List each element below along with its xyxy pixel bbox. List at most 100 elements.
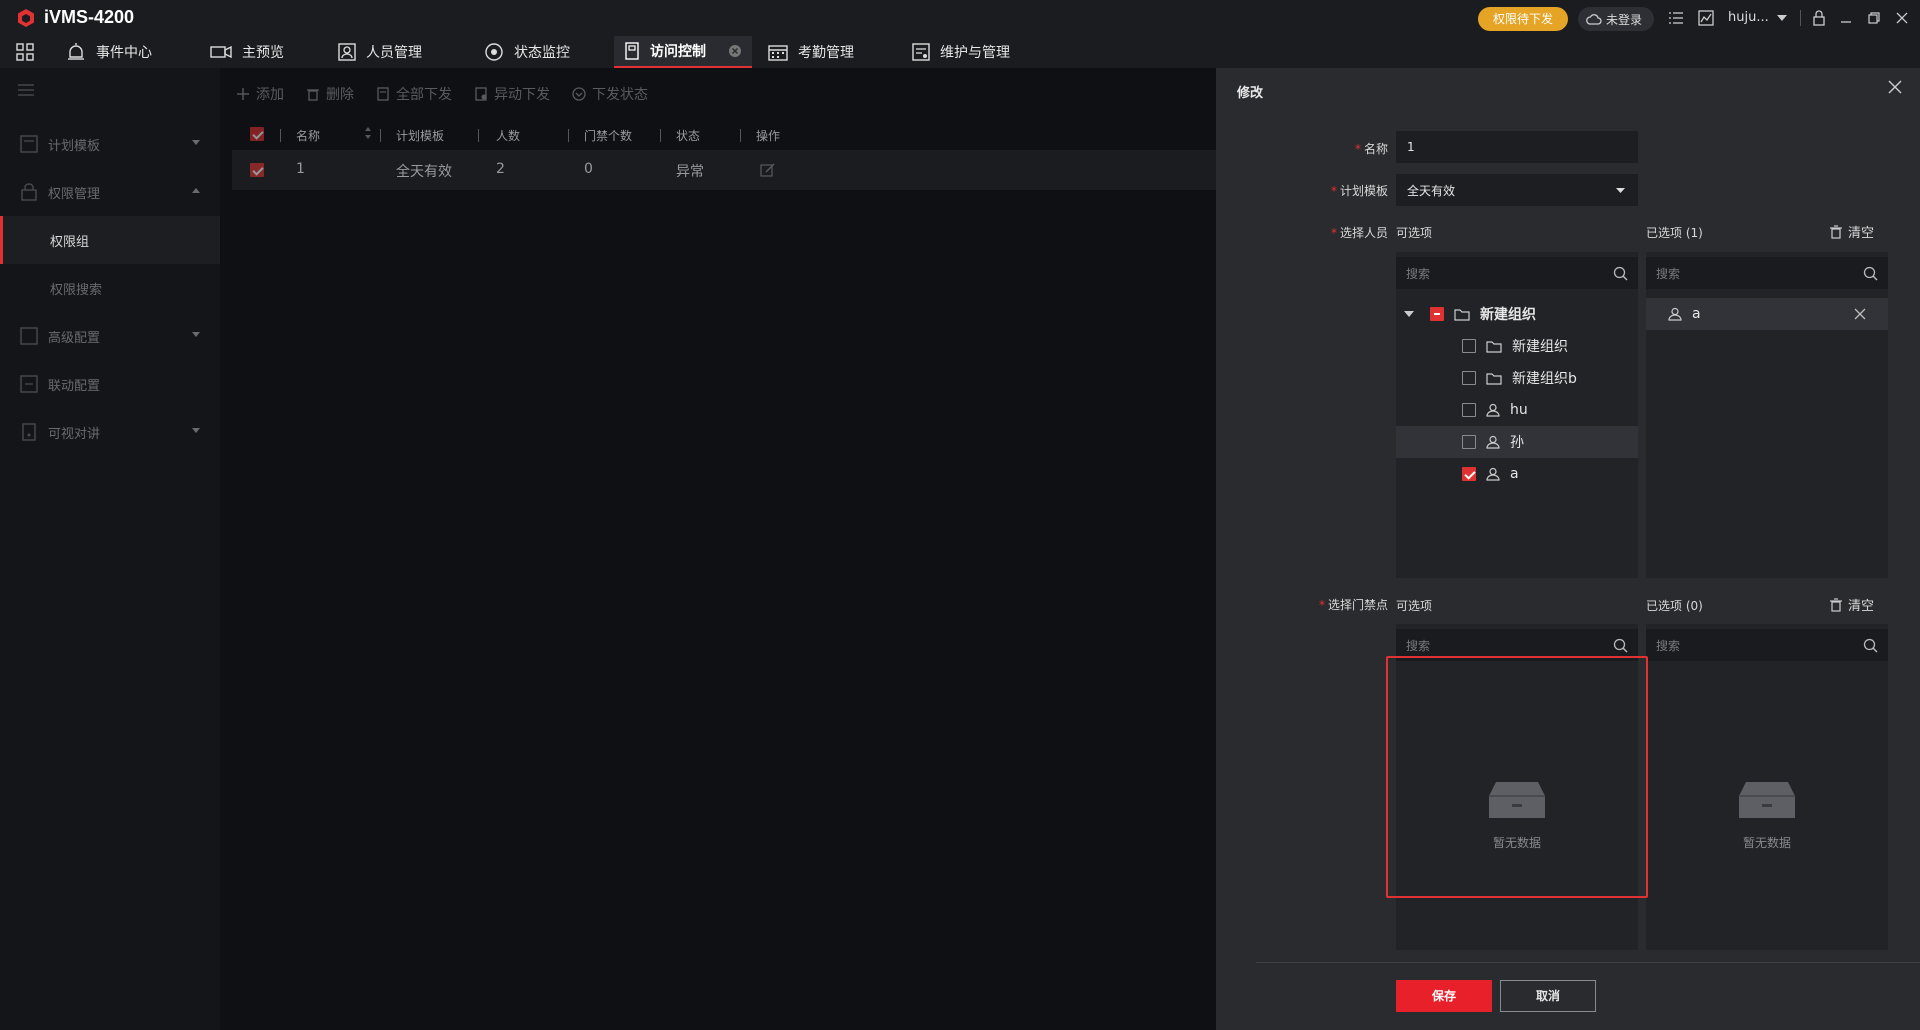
apply-all-label: 全部下发	[396, 87, 452, 103]
maintenance-icon	[912, 43, 930, 61]
sidebar-item-advanced-config[interactable]: 高级配置	[0, 312, 220, 360]
folder-icon	[1486, 340, 1502, 353]
tree-checkbox[interactable]	[1462, 435, 1476, 449]
tab-label: 访问控制	[650, 44, 706, 60]
chevron-down-icon	[1616, 187, 1625, 193]
tree-node-person-a[interactable]: a	[1462, 458, 1638, 490]
lock-icon	[20, 183, 38, 201]
table-header: 名称 计划模板 人数 门禁个数 状态 操作	[232, 120, 1222, 150]
apps-grid-button[interactable]	[16, 36, 34, 68]
trash-icon	[306, 87, 320, 101]
table-row[interactable]: 1 全天有效 2 0 异常	[232, 150, 1222, 190]
tree-node-label: a	[1510, 466, 1519, 482]
person-card-icon	[338, 43, 356, 61]
chevron-down-icon	[192, 428, 200, 433]
app-title: iVMS-4200	[44, 7, 135, 27]
door-icon	[624, 42, 640, 60]
edit-icon[interactable]	[760, 162, 776, 178]
cloud-icon	[1586, 13, 1602, 25]
selected-doors-search-input[interactable]: 搜索	[1646, 629, 1888, 661]
delete-button[interactable]: 删除	[306, 84, 354, 104]
tree-node-label: 孙	[1510, 435, 1524, 451]
close-window-icon[interactable]	[1892, 8, 1912, 28]
clear-label: 清空	[1848, 599, 1875, 614]
apply-changed-icon	[474, 87, 488, 101]
search-icon[interactable]	[1863, 266, 1878, 281]
selected-person-label: a	[1692, 306, 1701, 322]
row-checkbox[interactable]	[250, 163, 264, 177]
tree-checkbox[interactable]	[1462, 371, 1476, 385]
sidebar-item-permission-search[interactable]: 权限搜索	[0, 264, 220, 312]
search-icon[interactable]	[1613, 266, 1628, 281]
download-circle-icon	[572, 87, 586, 101]
camera-icon	[210, 44, 232, 60]
close-icon[interactable]	[1888, 80, 1902, 94]
restore-icon[interactable]	[1864, 8, 1884, 28]
column-header-actions: 操作	[756, 129, 781, 143]
sidebar-item-linkage-config[interactable]: 联动配置	[0, 360, 220, 408]
sidebar-item-video-intercom[interactable]: 可视对讲	[0, 408, 220, 456]
chevron-down-icon	[1776, 14, 1787, 21]
clear-doors-button[interactable]: 清空	[1830, 595, 1874, 614]
select-all-checkbox[interactable]	[250, 127, 264, 141]
tree-checkbox[interactable]	[1430, 307, 1444, 321]
plus-icon	[236, 87, 250, 101]
sidebar-collapse-icon[interactable]	[18, 84, 34, 96]
search-icon[interactable]	[1863, 638, 1878, 653]
template-select[interactable]: 全天有效	[1396, 174, 1638, 206]
apply-all-button[interactable]: 全部下发	[376, 84, 452, 104]
sidebar-item-label: 高级配置	[48, 330, 101, 346]
tab-person-management[interactable]: 人员管理	[338, 36, 422, 68]
tab-maintenance[interactable]: 维护与管理	[912, 36, 1010, 68]
sort-icon[interactable]	[364, 124, 372, 142]
people-search-input[interactable]: 搜索	[1396, 257, 1638, 289]
user-menu[interactable]: huju...	[1728, 10, 1787, 25]
sidebar-item-schedule-template[interactable]: 计划模板	[0, 120, 220, 168]
clear-label: 清空	[1848, 226, 1875, 241]
tab-event-center[interactable]: 事件中心	[66, 36, 152, 68]
tab-access-control[interactable]: 访问控制	[614, 36, 752, 68]
permission-pending-badge[interactable]: 权限待下发	[1478, 7, 1568, 31]
remove-icon[interactable]	[1854, 308, 1866, 320]
sidebar-item-label: 权限搜索	[50, 282, 103, 298]
apply-changed-button[interactable]: 异动下发	[474, 84, 550, 104]
tree-node-person-sun[interactable]: 孙	[1396, 426, 1638, 458]
sidebar-item-permission-group[interactable]: 权限组	[0, 216, 220, 264]
tab-main-preview[interactable]: 主预览	[210, 36, 284, 68]
clear-people-button[interactable]: 清空	[1830, 222, 1874, 241]
cell-status: 异常	[676, 164, 704, 180]
available-doors-label: 可选项	[1396, 599, 1433, 613]
tree-node-person-hu[interactable]: hu	[1462, 394, 1638, 426]
cancel-button[interactable]: 取消	[1500, 980, 1596, 1012]
close-tab-icon[interactable]	[728, 44, 742, 58]
tree-node-org-b[interactable]: 新建组织b	[1462, 362, 1638, 394]
selected-people-label: 已选项 (1)	[1646, 226, 1703, 240]
tree-checkbox[interactable]	[1462, 403, 1476, 417]
minimize-icon[interactable]	[1836, 8, 1856, 28]
lock-icon[interactable]	[1809, 8, 1829, 28]
selected-people-search-input[interactable]: 搜索	[1646, 257, 1888, 289]
person-field-label: * 选择人员	[1330, 226, 1388, 240]
selected-person-item[interactable]: a	[1646, 298, 1888, 330]
person-icon	[1486, 403, 1500, 417]
apply-status-button[interactable]: 下发状态	[572, 84, 648, 104]
cell-doors: 0	[584, 161, 593, 177]
name-input[interactable]: 1	[1396, 131, 1638, 163]
cloud-login-button[interactable]: 未登录	[1578, 7, 1654, 31]
expand-arrow-icon[interactable]	[1404, 311, 1414, 317]
list-icon[interactable]	[1666, 8, 1686, 28]
tree-node-org[interactable]: 新建组织	[1462, 330, 1638, 362]
tab-attendance[interactable]: 考勤管理	[768, 36, 854, 68]
tree-checkbox[interactable]	[1462, 339, 1476, 353]
search-icon[interactable]	[1613, 638, 1628, 653]
save-button[interactable]: 保存	[1396, 980, 1492, 1012]
column-header-name[interactable]: 名称	[296, 127, 320, 144]
tab-status-monitor[interactable]: 状态监控	[484, 36, 570, 68]
add-button[interactable]: 添加	[236, 84, 284, 104]
empty-text: 暂无数据	[1742, 836, 1791, 850]
chart-icon[interactable]	[1696, 8, 1716, 28]
linkage-icon	[20, 375, 38, 393]
tree-node-root[interactable]: 新建组织	[1404, 298, 1638, 330]
tree-checkbox[interactable]	[1462, 467, 1476, 481]
sidebar-item-permission-management[interactable]: 权限管理	[0, 168, 220, 216]
